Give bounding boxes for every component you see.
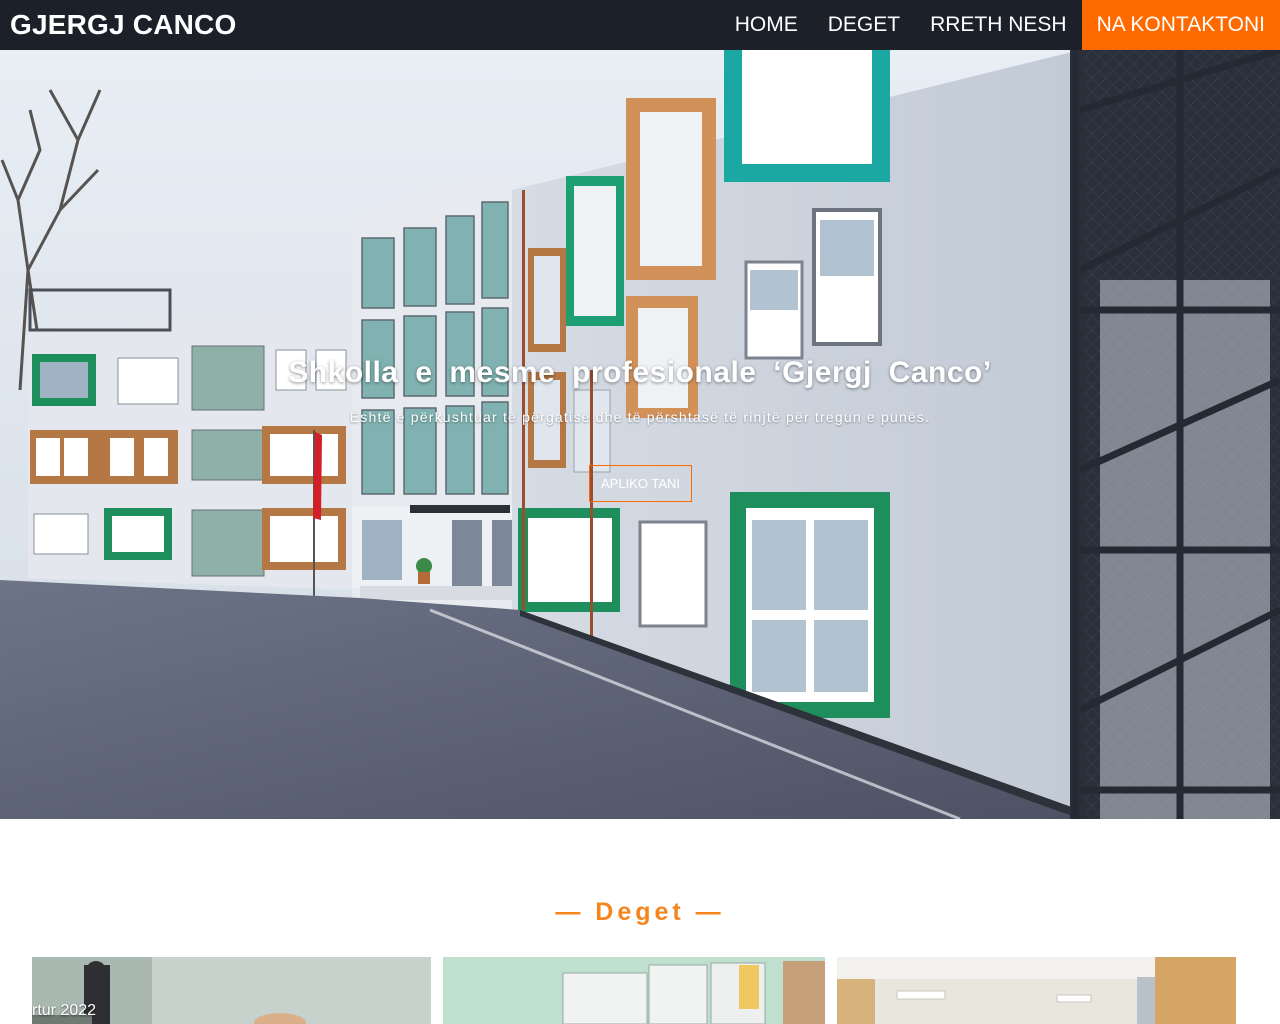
nav-link-deget[interactable]: DEGET xyxy=(813,0,915,50)
hero-banner: Shkolla e mesme profesionale ‘Gjergj Can… xyxy=(0,50,1280,819)
nav-link-na-kontaktoni[interactable]: NA KONTAKTONI xyxy=(1081,0,1280,50)
hero-subtitle: Është e përkushtuar të përgatisë dhe të … xyxy=(349,409,931,425)
hero-title: Shkolla e mesme profesionale ‘Gjergj Can… xyxy=(288,356,992,389)
site-brand-logo[interactable]: GJERGJ CANCO xyxy=(10,9,236,41)
branch-card[interactable] xyxy=(443,957,825,1024)
branch-card[interactable]: rtur 2022 xyxy=(32,957,431,1024)
apply-now-button[interactable]: APLIKO TANI xyxy=(589,465,692,502)
nav-link-rreth-nesh[interactable]: RRETH NESH xyxy=(915,0,1082,50)
branch-card[interactable] xyxy=(837,957,1236,1024)
nav-link-home[interactable]: HOME xyxy=(720,0,813,50)
section-title-deget: — Deget — xyxy=(555,898,725,926)
branch-card-image xyxy=(837,957,1236,1024)
branch-card-caption: rtur 2022 xyxy=(32,1002,97,1019)
branch-card-image xyxy=(443,957,825,1024)
nav-menu: HOME DEGET RRETH NESH NA KONTAKTONI xyxy=(720,0,1280,50)
top-navbar: GJERGJ CANCO HOME DEGET RRETH NESH NA KO… xyxy=(0,0,1280,50)
hero-school-building-image xyxy=(0,50,1280,819)
